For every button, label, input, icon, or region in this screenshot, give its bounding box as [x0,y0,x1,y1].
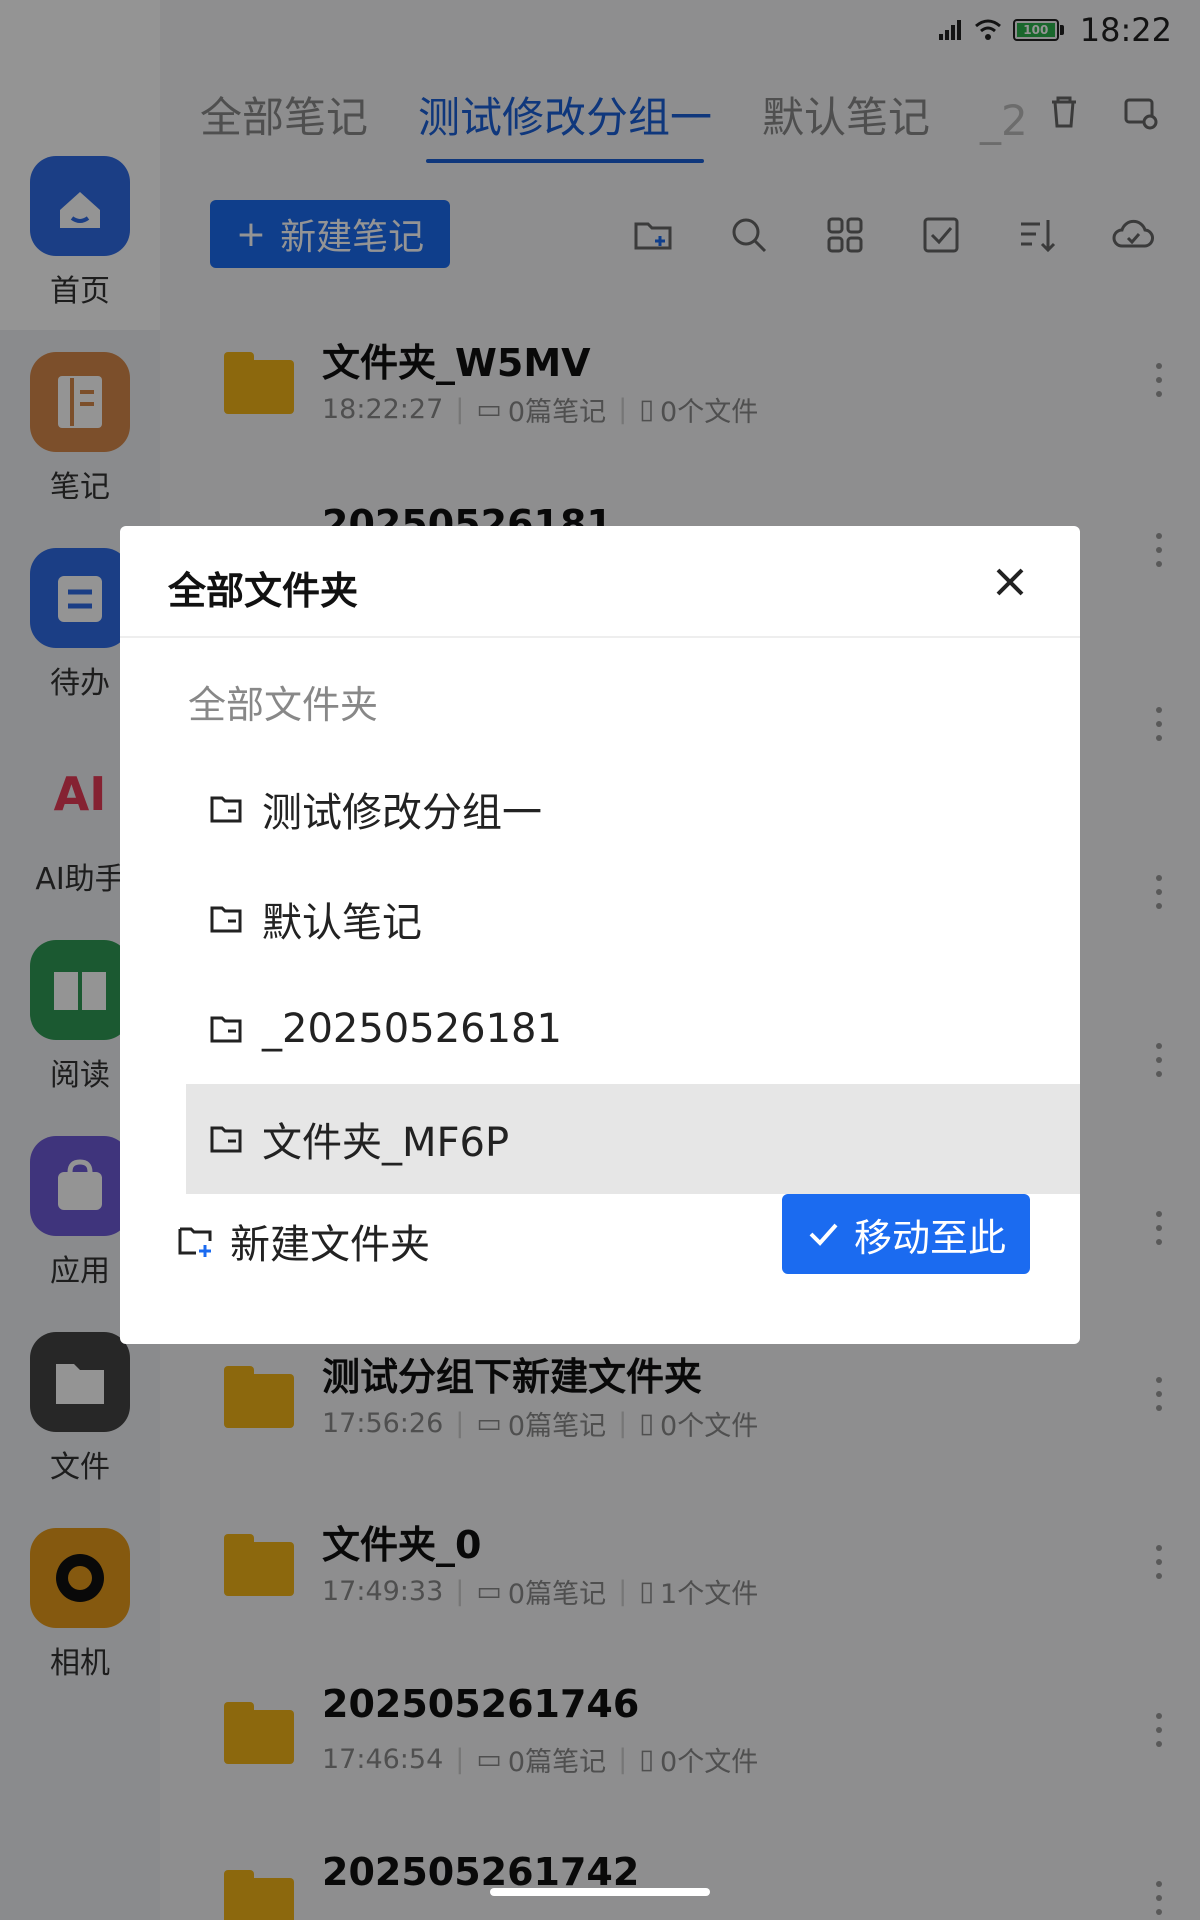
folder-outline-icon [210,796,242,823]
folder-option-label: 测试修改分组一 [262,790,542,836]
folder-option-label: 默认笔记 [262,900,422,946]
folder-option-label: 文件夹_MF6P [262,1120,510,1166]
move-to-folder-dialog: 全部文件夹 全部文件夹 测试修改分组一 默认笔记 _20250526181 文件… [120,526,1080,1344]
dialog-header: 全部文件夹 [120,526,1080,638]
move-here-label: 移动至此 [853,1215,1006,1260]
dialog-title: 全部文件夹 [168,569,359,613]
folder-option-selected[interactable]: 文件夹_MF6P [186,1084,1080,1194]
move-here-button[interactable]: 移动至此 [782,1194,1030,1274]
new-folder-label: 新建文件夹 [230,1222,430,1268]
close-icon[interactable] [990,562,1030,602]
folder-outline-icon [210,1016,242,1043]
folder-add-icon [178,1227,212,1257]
folder-outline-icon [210,1126,242,1153]
dialog-footer: 新建文件夹 移动至此 [120,1194,1080,1344]
folder-outline-icon [210,906,242,933]
check-icon [809,1223,838,1246]
screen: 首页 笔记 待办 AI AI助手 阅读 应用 文件 相机 100 18:22 全… [0,0,1200,1920]
new-folder-button[interactable]: 新建文件夹 [176,1212,430,1270]
folder-option[interactable]: 默认笔记 [186,864,1080,974]
folder-option[interactable]: _20250526181 [186,974,1080,1084]
folder-option-label: _20250526181 [262,1006,562,1052]
folder-option[interactable]: 测试修改分组一 [186,754,1080,864]
folder-root-item[interactable]: 全部文件夹 [188,674,378,729]
home-indicator[interactable] [490,1888,710,1896]
